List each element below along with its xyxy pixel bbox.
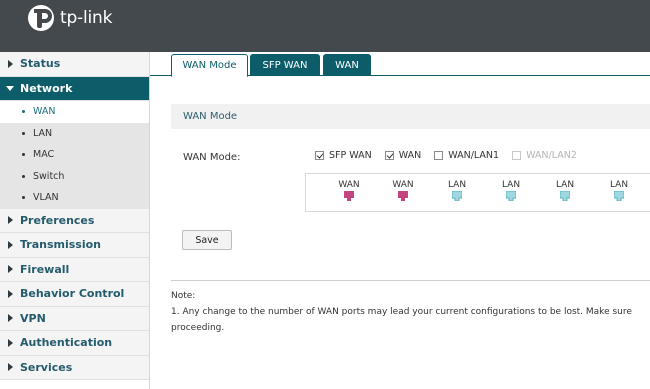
port-2: WAN (388, 180, 418, 201)
option-label: WAN (398, 150, 422, 161)
sidebar-item-label: Status (20, 57, 61, 71)
save-button[interactable]: Save (182, 230, 232, 250)
section-header: WAN Mode (171, 104, 650, 129)
top-header: tp-link (0, 0, 650, 52)
wan-lan2-checkbox (512, 151, 522, 160)
chevron-right-icon (0, 240, 20, 249)
tp-link-logo-icon (28, 5, 54, 31)
bullet-icon (22, 110, 25, 114)
ethernet-port-icon (344, 191, 354, 201)
sidebar-item-vpn[interactable]: VPN (0, 306, 149, 331)
note-line-1: 1. Any change to the number of WAN ports… (171, 307, 632, 317)
main-content: WAN Mode SFP WAN WAN WAN Mode WAN Mode: … (150, 52, 650, 389)
option-sfp-wan[interactable]: SFP WAN (315, 150, 372, 161)
chevron-right-icon (0, 265, 20, 274)
submenu-item-label: WAN (33, 106, 56, 118)
option-wan-lan1[interactable]: WAN/LAN1 (434, 150, 499, 161)
sidebar: Status Network WAN LAN MAC Switch VLAN P… (0, 52, 150, 389)
sidebar-item-label: Authentication (20, 336, 113, 350)
tab-bar: WAN Mode SFP WAN WAN (150, 52, 650, 77)
bullet-icon (22, 153, 25, 157)
tp-link-logo[interactable]: tp-link (26, 3, 112, 33)
submenu-item-label: Switch (33, 170, 65, 182)
tab-sfp-wan[interactable]: SFP WAN (250, 54, 320, 76)
submenu-item-vlan[interactable]: VLAN (0, 187, 149, 209)
section-title: WAN Mode (183, 111, 238, 122)
port-1: WAN (334, 180, 364, 201)
wan-lan1-checkbox[interactable] (434, 151, 444, 160)
submenu-item-wan[interactable]: WAN (0, 101, 149, 123)
sidebar-item-network[interactable]: Network (0, 76, 149, 101)
sidebar-item-authentication[interactable]: Authentication (0, 331, 149, 356)
submenu-item-label: LAN (33, 127, 53, 139)
ethernet-port-icon (398, 191, 408, 201)
wan-mode-options: SFP WAN WAN WAN/LAN1 WAN/LAN2 (315, 150, 590, 161)
sidebar-item-transmission[interactable]: Transmission (0, 233, 149, 258)
note-section: Note: 1. Any change to the number of WAN… (171, 288, 650, 336)
option-wan[interactable]: WAN (384, 150, 422, 161)
port-label: LAN (447, 180, 467, 190)
sidebar-item-preferences[interactable]: Preferences (0, 208, 149, 233)
sfp-wan-checkbox[interactable] (315, 151, 324, 160)
sidebar-item-services[interactable]: Services (0, 355, 149, 380)
divider (171, 280, 650, 281)
submenu-item-label: VLAN (33, 192, 59, 204)
port-diagram: WAN WAN LAN LAN LAN LAN (305, 173, 650, 212)
note-line-2: proceeding. (171, 323, 225, 333)
chevron-right-icon (0, 289, 20, 298)
port-6: LAN (604, 180, 634, 201)
ethernet-port-icon (614, 191, 624, 201)
sidebar-item-label: Network (20, 81, 73, 95)
port-label: LAN (501, 180, 521, 190)
wan-mode-label: WAN Mode: (183, 152, 241, 163)
sidebar-item-label: Behavior Control (20, 287, 125, 301)
tab-wan[interactable]: WAN (323, 54, 371, 76)
submenu-item-lan[interactable]: LAN (0, 123, 149, 145)
bullet-icon (22, 131, 25, 135)
chevron-right-icon (0, 59, 20, 68)
wan-checkbox[interactable] (384, 151, 394, 160)
submenu-item-mac[interactable]: MAC (0, 144, 149, 166)
port-3: LAN (442, 180, 472, 201)
chevron-right-icon (0, 338, 20, 347)
option-label: WAN/LAN1 (448, 150, 500, 161)
chevron-down-icon (0, 85, 20, 91)
bullet-icon (22, 196, 25, 200)
option-wan-lan2: WAN/LAN2 (512, 150, 577, 161)
sidebar-item-firewall[interactable]: Firewall (0, 257, 149, 282)
network-submenu: WAN LAN MAC Switch VLAN (0, 101, 149, 209)
ethernet-port-icon (506, 191, 516, 201)
bullet-icon (22, 174, 25, 178)
brand-name: tp-link (60, 8, 113, 28)
sidebar-item-behavior-control[interactable]: Behavior Control (0, 282, 149, 307)
ethernet-port-icon (452, 191, 462, 201)
chevron-right-icon (0, 216, 20, 225)
port-label: WAN (338, 180, 360, 190)
sidebar-item-label: Preferences (20, 213, 95, 227)
tab-wan-mode[interactable]: WAN Mode (171, 54, 248, 77)
chevron-right-icon (0, 314, 20, 323)
port-label: LAN (609, 180, 629, 190)
sidebar-item-label: Services (20, 360, 73, 374)
sidebar-item-label: VPN (20, 311, 46, 325)
port-5: LAN (550, 180, 580, 201)
sidebar-item-label: Transmission (20, 238, 102, 252)
port-label: WAN (392, 180, 414, 190)
option-label: SFP WAN (329, 150, 372, 161)
option-label: WAN/LAN2 (526, 150, 577, 161)
submenu-item-switch[interactable]: Switch (0, 166, 149, 188)
port-4: LAN (496, 180, 526, 201)
sidebar-item-status[interactable]: Status (0, 52, 149, 77)
note-title: Note: (171, 291, 196, 301)
sidebar-item-label: Firewall (20, 262, 70, 276)
chevron-right-icon (0, 363, 20, 372)
port-label: LAN (555, 180, 575, 190)
submenu-item-label: MAC (33, 149, 55, 161)
ethernet-port-icon (560, 191, 570, 201)
